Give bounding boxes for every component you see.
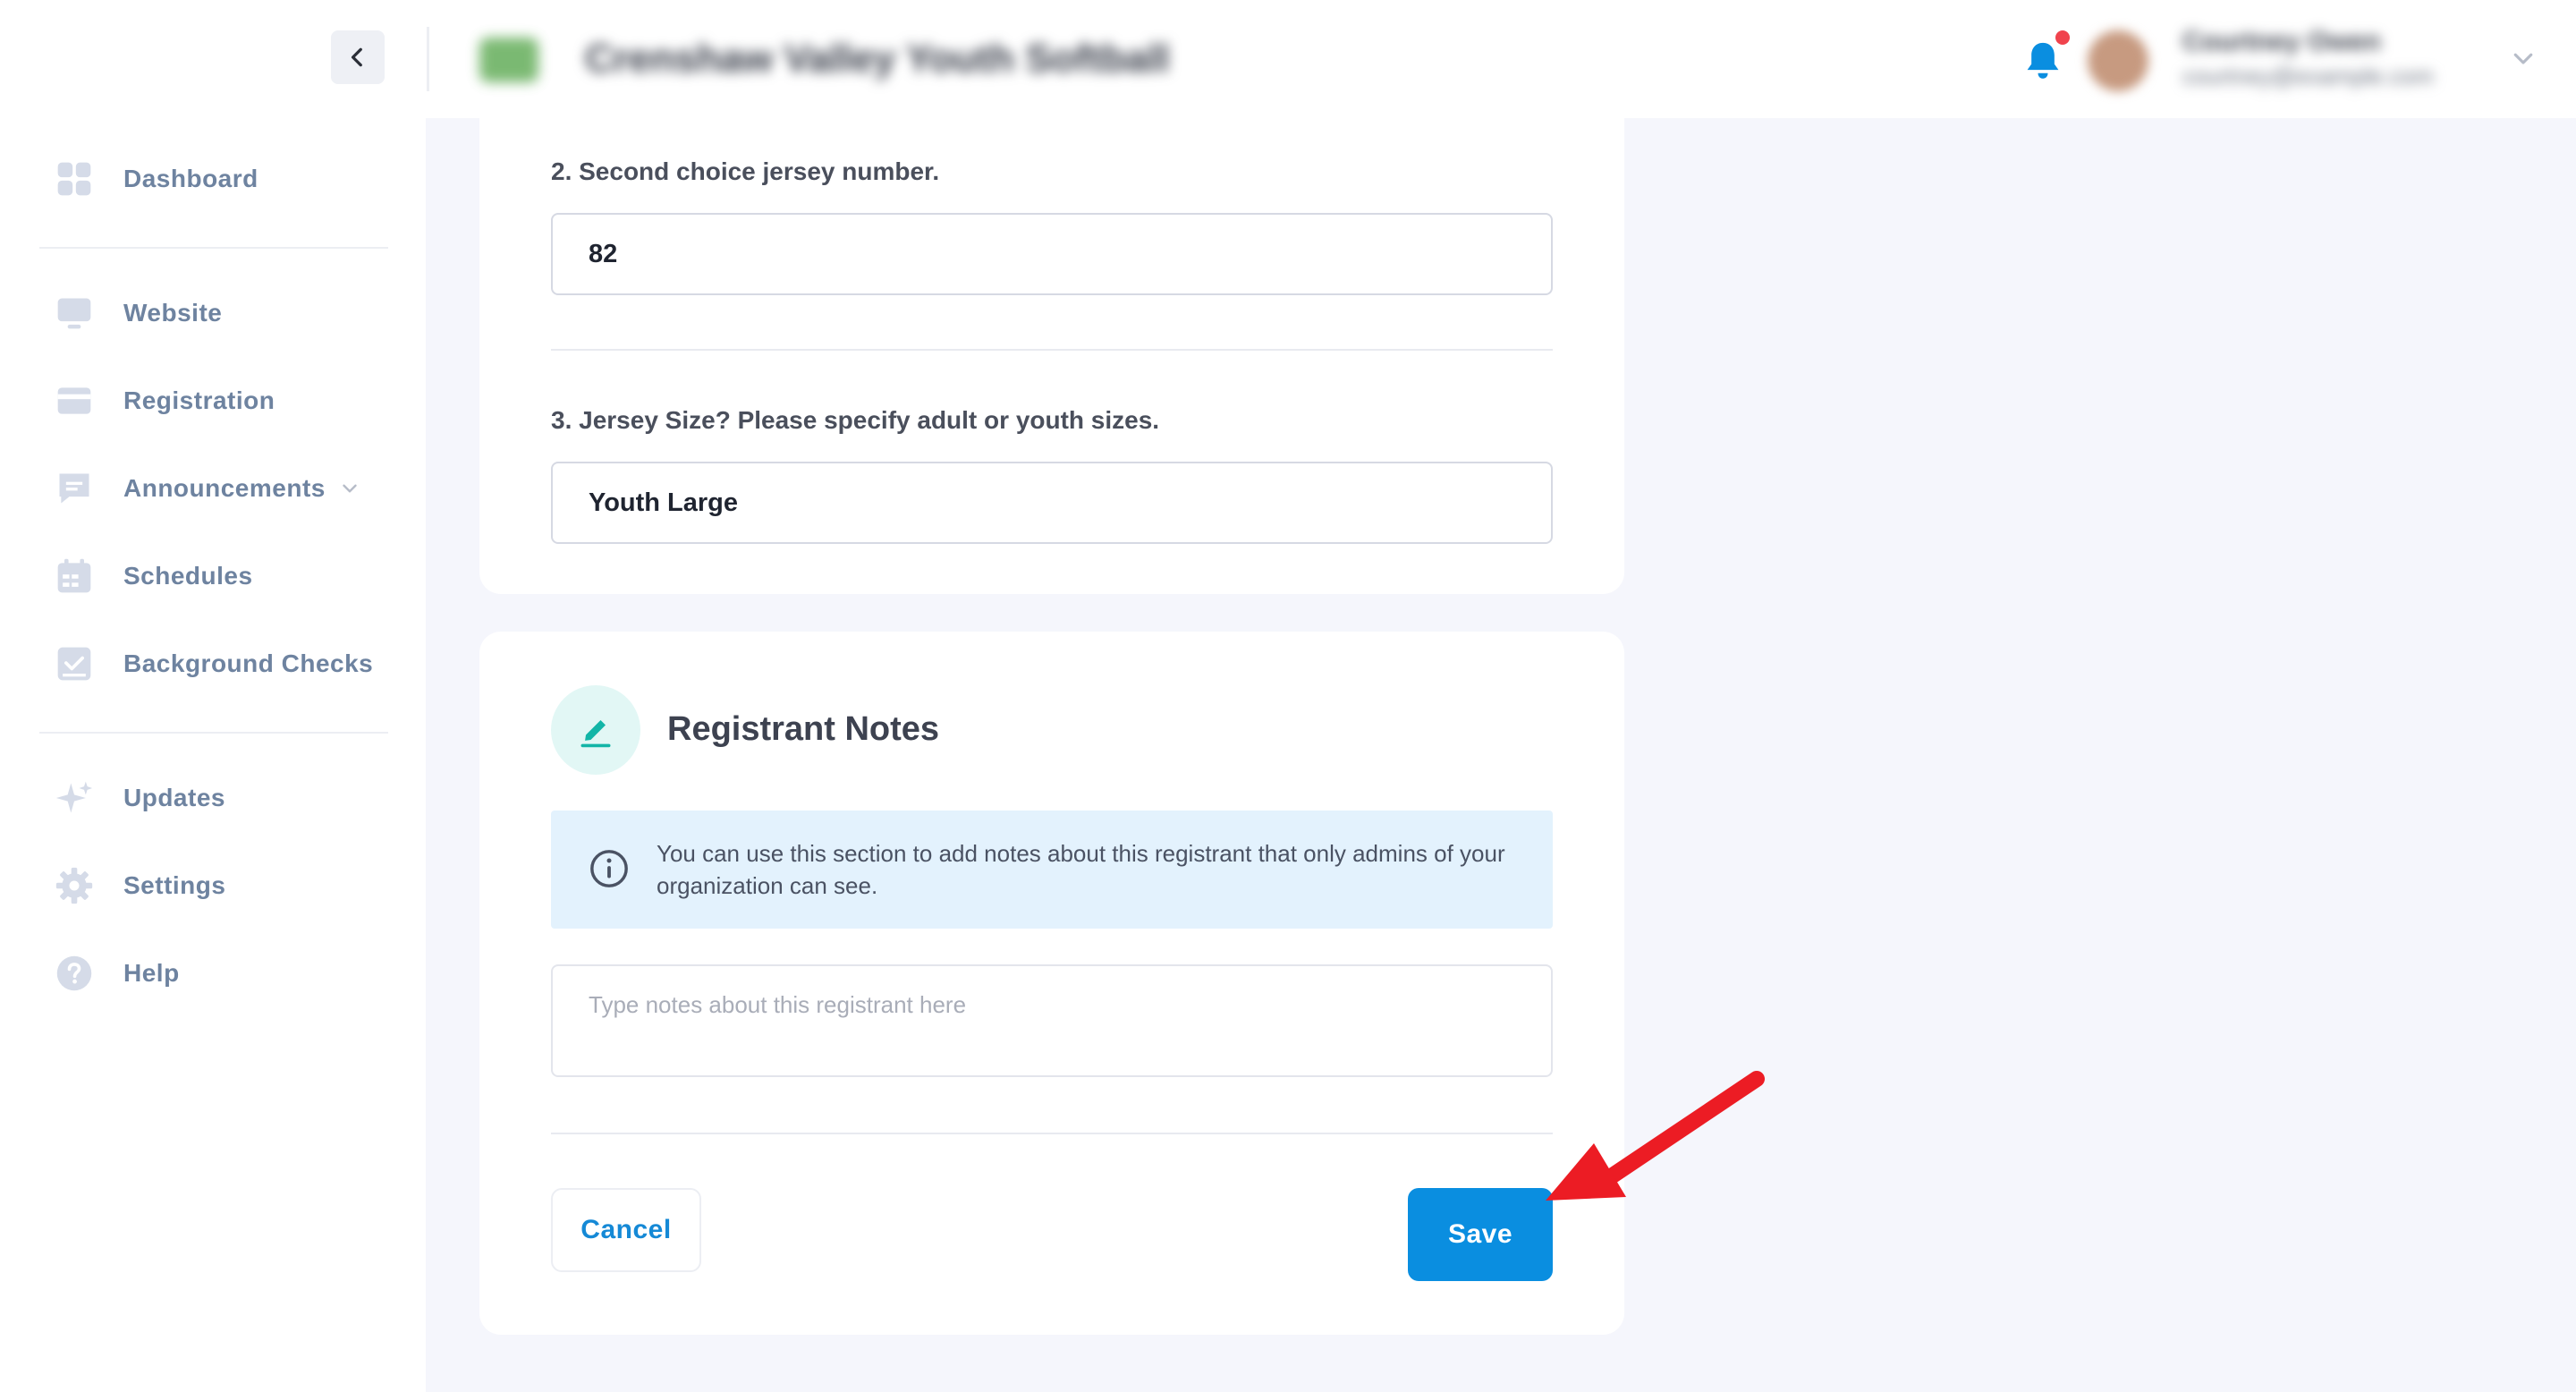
second-jersey-number-field[interactable]: 82 [551,213,1553,295]
sidebar-item-label: Background Checks [123,649,374,677]
sidebar-item-registration[interactable]: Registration [52,374,392,428]
chevron-down-icon[interactable] [338,477,361,500]
user-email: courtney@example.com [2182,63,2434,89]
notes-textarea[interactable] [551,964,1553,1077]
sidebar-item-label: Help [123,959,180,987]
registration-answers-card: 2. Second choice jersey number. 82 3. Je… [479,97,1624,594]
avatar[interactable] [2088,30,2148,91]
user-name[interactable]: Courtney Owen [2182,27,2381,57]
info-banner: You can use this section to add notes ab… [551,811,1553,929]
question-label: 3. Jersey Size? Please specify adult or … [551,406,1160,434]
sidebar-item-website[interactable]: Website [52,286,392,340]
gear-icon [52,863,97,908]
sparkle-icon [52,776,97,820]
sidebar-divider [39,247,388,249]
sidebar-item-label: Announcements [123,474,326,502]
card-icon [52,378,97,423]
sidebar-item-label: Settings [123,871,226,899]
question-divider [551,349,1553,351]
pencil-icon [580,720,611,748]
notification-bell-icon[interactable] [2023,39,2063,82]
sidebar-item-settings[interactable]: Settings [52,859,392,912]
topbar-divider [427,27,429,91]
sidebar-item-help[interactable]: Help [52,946,392,1000]
registrant-notes-card: Registrant Notes You can use this sectio… [479,632,1624,1335]
checkbox-icon [52,641,97,686]
sidebar-item-announcements[interactable]: Announcements [52,462,392,515]
collapse-sidebar-button[interactable] [331,30,385,84]
sidebar-item-label: Schedules [123,562,253,590]
sidebar-item-label: Dashboard [123,165,258,192]
cancel-button[interactable]: Cancel [551,1188,701,1272]
calendar-icon [52,554,97,598]
info-text: You can use this section to add notes ab… [657,840,1505,899]
sidebar-item-label: Website [123,299,223,327]
sidebar-item-dashboard[interactable]: Dashboard [52,152,392,206]
message-icon [52,466,97,511]
chevron-left-icon [351,47,362,67]
org-logo[interactable] [479,38,538,82]
notification-dot [2055,30,2070,45]
notes-title: Registrant Notes [667,710,940,748]
sidebar-item-updates[interactable]: Updates [52,771,392,825]
save-button[interactable]: Save [1408,1188,1553,1281]
sidebar-item-schedules[interactable]: Schedules [52,549,392,603]
dashboard-icon [52,157,97,201]
org-name[interactable]: Crenshaw Valley Youth Softball [585,36,1170,82]
sidebar-item-label: Updates [123,784,225,811]
sidebar: Dashboard Website Registration Announcem… [0,118,426,1392]
monitor-icon [52,291,97,335]
question-label: 2. Second choice jersey number. [551,157,940,185]
help-icon [52,951,97,996]
jersey-size-field[interactable]: Youth Large [551,462,1553,544]
actions-divider [551,1133,1553,1134]
sidebar-item-background-checks[interactable]: Background Checks [52,637,392,691]
info-icon [590,850,628,887]
sidebar-item-label: Registration [123,386,275,414]
chevron-down-icon[interactable] [2510,45,2537,72]
notes-badge [551,685,640,775]
sidebar-divider [39,732,388,734]
